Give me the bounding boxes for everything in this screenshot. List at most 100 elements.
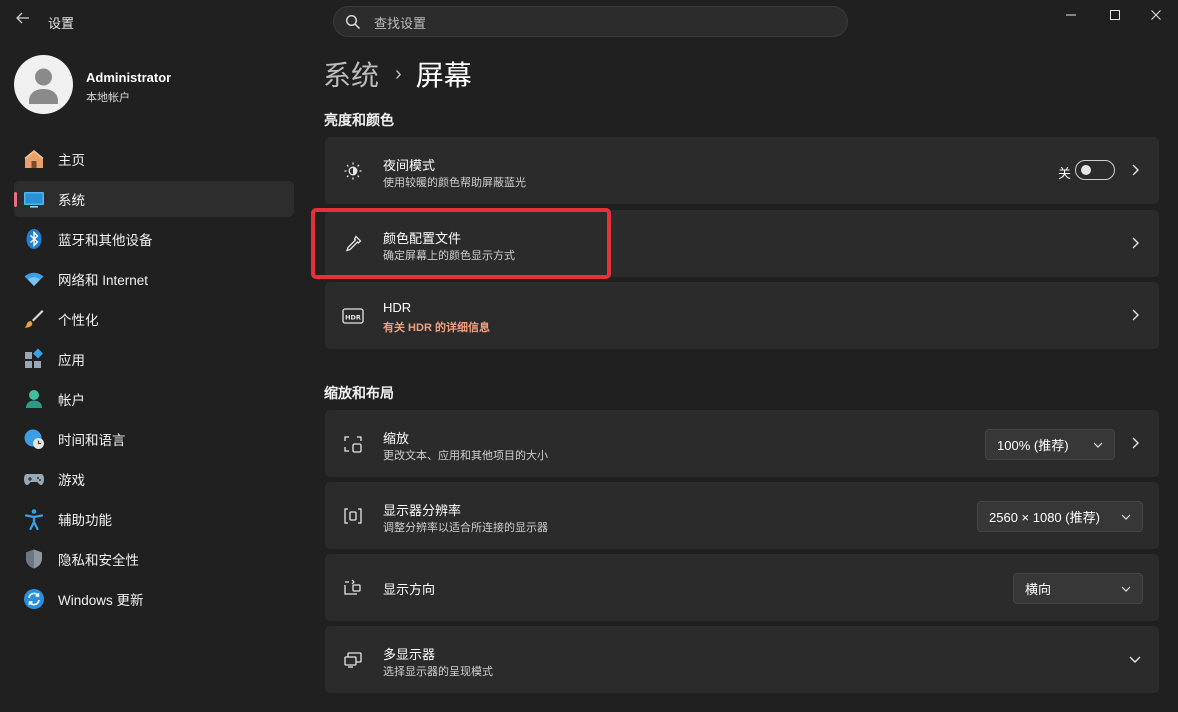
hdr-title: HDR [383, 300, 412, 315]
scale-dropdown-value: 100% (推荐) [997, 438, 1069, 453]
sidebar-item-label: 应用 [58, 353, 85, 368]
chevron-down-icon [1121, 586, 1131, 592]
sidebar-item-label: 辅助功能 [58, 513, 112, 528]
back-arrow-icon[interactable] [12, 10, 34, 32]
chevron-right-icon[interactable] [1127, 435, 1143, 451]
resolution-dropdown[interactable]: 2560 × 1080 (推荐) [977, 501, 1143, 532]
scale-dropdown[interactable]: 100% (推荐) [985, 429, 1115, 460]
sidebar-item-privacy[interactable]: 隐私和安全性 [14, 541, 294, 577]
wifi-icon [23, 268, 45, 290]
resolution-subtitle: 调整分辨率以适合所连接的显示器 [383, 522, 548, 534]
breadcrumb-separator: › [395, 62, 402, 85]
toggle-knob [1081, 165, 1091, 175]
home-icon [23, 148, 45, 170]
sidebar-item-accessibility[interactable]: 辅助功能 [14, 501, 294, 537]
sidebar-item-network[interactable]: 网络和 Internet [14, 261, 294, 297]
apps-icon [23, 348, 45, 370]
shield-icon [23, 548, 45, 570]
sidebar-item-personalization[interactable]: 个性化 [14, 301, 294, 337]
sidebar-item-gaming[interactable]: 游戏 [14, 461, 294, 497]
chevron-right-icon[interactable] [1127, 162, 1143, 178]
multi-display-row[interactable]: 多显示器 选择显示器的呈现模式 [325, 626, 1159, 693]
avatar [14, 55, 73, 114]
sidebar-item-label: 蓝牙和其他设备 [58, 233, 153, 248]
user-profile[interactable]: Administrator 本地帐户 [14, 55, 304, 117]
chevron-down-icon [1121, 514, 1131, 520]
sidebar-item-home[interactable]: 主页 [14, 141, 294, 177]
orientation-row: 显示方向 横向 [325, 554, 1159, 621]
resolution-dropdown-value: 2560 × 1080 (推荐) [989, 510, 1100, 525]
orientation-icon [341, 576, 365, 600]
profile-name: Administrator [86, 70, 172, 85]
sidebar-item-label: 游戏 [58, 473, 85, 488]
multi-display-icon [341, 648, 365, 672]
bluetooth-icon [23, 228, 45, 250]
title-bar: 设置 查找设置 [0, 0, 1178, 44]
sidebar-item-windows-update[interactable]: Windows 更新 [14, 581, 294, 617]
orientation-title: 显示方向 [383, 582, 436, 597]
profile-account-type: 本地帐户 [86, 92, 130, 104]
brush-icon [23, 308, 45, 330]
breadcrumb: 系统 › 屏幕 [323, 54, 472, 94]
sidebar-item-time-language[interactable]: 时间和语言 [14, 421, 294, 457]
scale-title: 缩放 [383, 431, 410, 446]
sidebar-item-label: 系统 [58, 193, 85, 208]
multi-display-subtitle: 选择显示器的呈现模式 [383, 666, 493, 678]
close-icon [1151, 10, 1161, 20]
hdr-icon: HDR [341, 304, 365, 328]
sidebar-item-label: 隐私和安全性 [58, 553, 139, 568]
resolution-title: 显示器分辨率 [383, 503, 462, 518]
minimize-icon [1066, 14, 1076, 16]
svg-text:HDR: HDR [345, 314, 361, 322]
night-light-toggle[interactable] [1075, 160, 1115, 180]
scale-subtitle: 更改文本、应用和其他项目的大小 [383, 450, 548, 462]
night-light-toggle-label: 关 [1057, 166, 1071, 181]
sidebar-item-label: 网络和 Internet [58, 273, 149, 288]
scale-row[interactable]: 缩放 更改文本、应用和其他项目的大小 100% (推荐) [325, 410, 1159, 477]
chevron-down-icon[interactable] [1127, 651, 1143, 667]
chevron-right-icon[interactable] [1127, 307, 1143, 323]
multi-display-title: 多显示器 [383, 647, 436, 662]
hdr-row[interactable]: HDR HDR 有关 HDR 的详细信息 [325, 282, 1159, 349]
scale-icon [341, 432, 365, 456]
accessibility-icon [23, 508, 45, 530]
page-title: 屏幕 [415, 60, 472, 91]
close-button[interactable] [1134, 0, 1178, 30]
resolution-row: 显示器分辨率 调整分辨率以适合所连接的显示器 2560 × 1080 (推荐) [325, 482, 1159, 549]
search-box[interactable]: 查找设置 [333, 6, 848, 37]
orientation-dropdown-value: 横向 [1025, 582, 1052, 597]
sidebar-nav: 主页 系统 蓝牙和其他设备 网络和 Internet 个性化 应用 帐户 时间和… [14, 141, 294, 621]
orientation-dropdown[interactable]: 横向 [1013, 573, 1143, 604]
sidebar-item-apps[interactable]: 应用 [14, 341, 294, 377]
sidebar-item-label: 时间和语言 [58, 433, 126, 448]
breadcrumb-parent[interactable]: 系统 [323, 54, 379, 94]
maximize-button[interactable] [1093, 0, 1137, 30]
sidebar-item-system[interactable]: 系统 [14, 181, 294, 217]
night-light-row[interactable]: 夜间模式 使用较暖的颜色帮助屏蔽蓝光 关 [325, 137, 1159, 204]
resolution-icon [341, 504, 365, 528]
sidebar-item-label: 个性化 [58, 313, 99, 328]
chevron-down-icon [1093, 442, 1103, 448]
app-title: 设置 [48, 16, 75, 31]
section-heading-brightness-color: 亮度和颜色 [324, 112, 394, 128]
update-icon [23, 588, 45, 610]
search-icon [345, 14, 361, 30]
minimize-button[interactable] [1049, 0, 1093, 30]
sidebar-item-accounts[interactable]: 帐户 [14, 381, 294, 417]
gamepad-icon [23, 468, 45, 490]
sidebar-item-label: 主页 [58, 153, 85, 168]
sidebar-item-label: 帐户 [58, 393, 85, 408]
night-light-subtitle: 使用较暖的颜色帮助屏蔽蓝光 [383, 177, 526, 189]
night-light-title: 夜间模式 [383, 158, 436, 173]
clock-globe-icon [23, 428, 45, 450]
sidebar-item-bluetooth[interactable]: 蓝牙和其他设备 [14, 221, 294, 257]
hdr-learn-more-link[interactable]: 有关 HDR 的详细信息 [383, 319, 490, 335]
highlight-box [311, 208, 611, 279]
search-input[interactable]: 查找设置 [374, 13, 426, 32]
sidebar-item-label: Windows 更新 [58, 593, 144, 608]
maximize-icon [1110, 10, 1120, 20]
system-icon [23, 188, 45, 210]
account-icon [23, 388, 45, 410]
section-heading-scale-layout: 缩放和布局 [324, 385, 394, 401]
chevron-right-icon[interactable] [1127, 235, 1143, 251]
